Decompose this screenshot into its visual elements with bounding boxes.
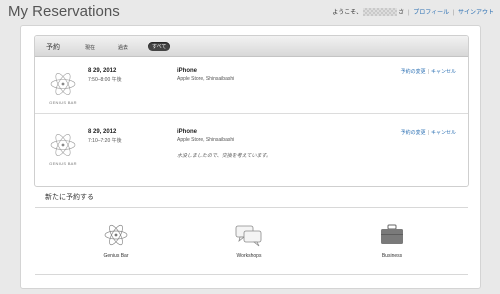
reservation-store: Apple Store, Shinsaibashi bbox=[177, 137, 235, 143]
new-reservation-heading: 新たに予約する bbox=[45, 194, 94, 201]
reservation-time: 7:10–7:20 午後 bbox=[88, 138, 122, 144]
atom-icon bbox=[50, 73, 76, 95]
reservation-row: GENIUS BAR 8 29, 2012 7:10–7:20 午後 iPhon… bbox=[35, 118, 468, 174]
genius-bar-logo: GENIUS BAR bbox=[45, 131, 81, 166]
masked-username bbox=[363, 8, 398, 16]
briefcase-icon bbox=[381, 224, 403, 244]
genius-bar-logo-text: GENIUS BAR bbox=[49, 100, 77, 105]
reservation-time: 7:50–8:00 午後 bbox=[88, 77, 122, 83]
filter-past[interactable]: 過去 bbox=[118, 44, 128, 51]
reservation-note: 水没しましたので、交換を考えています。 bbox=[177, 153, 272, 159]
action-separator: | bbox=[427, 130, 429, 136]
page-title: My Reservations bbox=[8, 3, 120, 20]
filter-current[interactable]: 現在 bbox=[85, 44, 95, 51]
greeting-suffix: さ bbox=[398, 10, 405, 16]
reservation-row: GENIUS BAR 8 29, 2012 7:50–8:00 午後 iPhon… bbox=[35, 57, 468, 114]
reservations-panel: 予約 現在 過去 すべて GENIUS BAR 8 29, 2012 7:50–… bbox=[34, 35, 469, 187]
atom-icon bbox=[50, 134, 76, 156]
profile-link[interactable]: プロフィール bbox=[413, 10, 449, 16]
divider bbox=[35, 207, 468, 208]
greeting-text: ようこそ、 bbox=[332, 10, 363, 16]
reservation-product: iPhone bbox=[177, 129, 198, 135]
divider bbox=[35, 274, 468, 275]
nav-separator: | bbox=[407, 10, 410, 16]
genius-bar-logo: GENIUS BAR bbox=[45, 70, 81, 105]
reservation-date: 8 29, 2012 bbox=[88, 68, 117, 74]
top-navigation: ようこそ、 さ | プロフィール | サインアウト bbox=[332, 7, 494, 16]
nav-separator: | bbox=[452, 10, 455, 16]
reservations-header: 予約 現在 過去 すべて bbox=[35, 36, 468, 57]
reservation-date: 8 29, 2012 bbox=[88, 129, 117, 135]
option-workshops[interactable]: Workshops bbox=[209, 223, 289, 259]
cancel-reservation-link[interactable]: キャンセル bbox=[431, 130, 456, 136]
change-reservation-link[interactable]: 予約の変更 bbox=[401, 130, 426, 136]
option-label: Genius Bar bbox=[103, 253, 129, 259]
option-label: Business bbox=[381, 253, 403, 259]
signout-link[interactable]: サインアウト bbox=[458, 10, 494, 16]
action-separator: | bbox=[427, 69, 429, 75]
reservations-heading: 予約 bbox=[46, 44, 60, 51]
option-label: Workshops bbox=[236, 253, 262, 259]
filter-all[interactable]: すべて bbox=[148, 42, 171, 51]
main-card: 予約 現在 過去 すべて GENIUS BAR 8 29, 2012 7:50–… bbox=[20, 25, 481, 289]
reservation-actions: 予約の変更 | キャンセル bbox=[401, 68, 456, 75]
reservation-store: Apple Store, Shinsaibashi bbox=[177, 76, 235, 82]
change-reservation-link[interactable]: 予約の変更 bbox=[401, 69, 426, 75]
cancel-reservation-link[interactable]: キャンセル bbox=[431, 69, 456, 75]
option-genius-bar[interactable]: Genius Bar bbox=[76, 223, 156, 259]
genius-bar-logo-text: GENIUS BAR bbox=[49, 161, 77, 166]
reservation-actions: 予約の変更 | キャンセル bbox=[401, 129, 456, 136]
reservation-product: iPhone bbox=[177, 68, 198, 74]
speech-bubbles-icon bbox=[235, 225, 262, 247]
option-business[interactable]: Business bbox=[352, 223, 432, 259]
genius-bar-icon bbox=[104, 224, 128, 246]
